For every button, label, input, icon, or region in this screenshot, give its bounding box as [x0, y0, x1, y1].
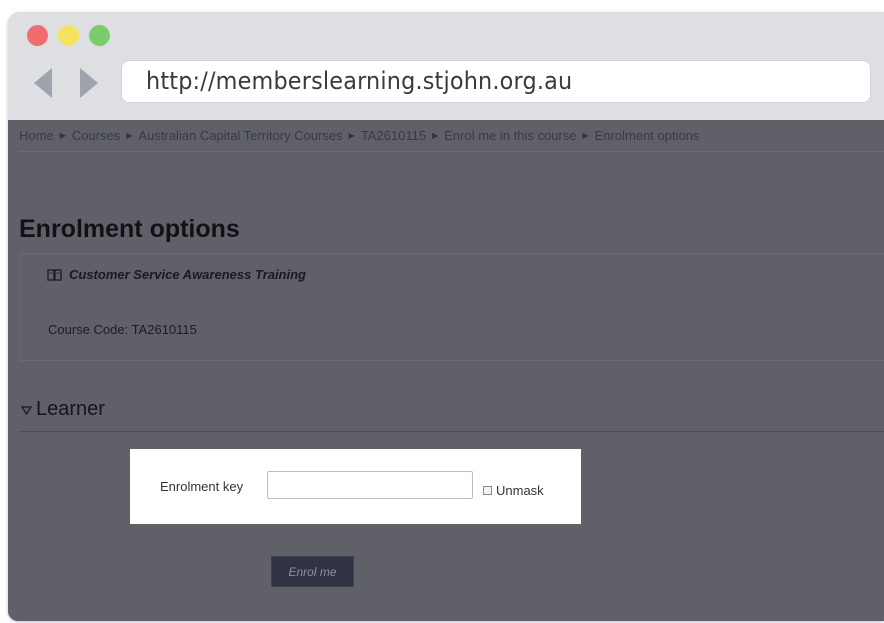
course-name-link[interactable]: Customer Service Awareness Training — [47, 267, 306, 282]
address-bar[interactable]: http://memberslearning.stjohn.org.au — [122, 61, 870, 102]
breadcrumb-separator-icon: ▶ — [59, 131, 66, 140]
book-icon — [47, 268, 62, 281]
collapse-triangle-icon — [21, 406, 32, 415]
page-content: Home ▶ Courses ▶ Australian Capital Territor… — [8, 120, 884, 621]
minimize-window-button[interactable] — [58, 25, 79, 46]
breadcrumb-item[interactable]: Australian Capital Territory Courses — [138, 128, 342, 143]
browser-window: http://memberslearning.stjohn.org.au Hom… — [8, 12, 884, 621]
unmask-control[interactable]: Unmask — [483, 483, 544, 498]
breadcrumb-item[interactable]: Courses — [72, 128, 120, 143]
enrol-me-button[interactable]: Enrol me — [271, 556, 354, 587]
breadcrumb-separator-icon: ▶ — [582, 131, 589, 140]
breadcrumb-item[interactable]: Home — [19, 128, 54, 143]
breadcrumb-item[interactable]: TA2610115 — [361, 128, 426, 143]
section-divider — [19, 431, 884, 432]
breadcrumb-item[interactable]: Enrol me in this course — [444, 128, 576, 143]
url-text: http://memberslearning.stjohn.org.au — [146, 67, 573, 95]
arrow-right-icon — [80, 68, 98, 98]
course-info-box: Customer Service Awareness Training Cour… — [20, 253, 884, 361]
forward-button[interactable] — [76, 66, 104, 100]
course-name: Customer Service Awareness Training — [69, 267, 306, 282]
enrolment-key-label: Enrolment key — [160, 479, 244, 494]
section-title: Learner — [36, 398, 105, 420]
close-window-button[interactable] — [27, 25, 48, 46]
breadcrumb-divider — [19, 151, 884, 152]
learner-section-toggle[interactable]: Learner — [21, 398, 105, 421]
page-title: Enrolment options — [19, 215, 240, 243]
arrow-left-icon — [34, 68, 52, 98]
enrolment-key-input[interactable] — [267, 471, 473, 499]
maximize-window-button[interactable] — [89, 25, 110, 46]
back-button[interactable] — [30, 66, 58, 100]
breadcrumb-separator-icon: ▶ — [126, 131, 133, 140]
browser-chrome: http://memberslearning.stjohn.org.au — [8, 12, 884, 120]
enrolment-key-panel: Enrolment key Unmask — [130, 449, 581, 524]
course-code: Course Code: TA2610115 — [48, 322, 197, 337]
breadcrumb-separator-icon: ▶ — [348, 131, 355, 140]
unmask-label: Unmask — [496, 483, 544, 498]
breadcrumb: Home ▶ Courses ▶ Australian Capital Territor… — [19, 128, 699, 143]
unmask-checkbox[interactable] — [483, 486, 492, 495]
breadcrumb-item: Enrolment options — [594, 128, 700, 143]
breadcrumb-separator-icon: ▶ — [432, 131, 439, 140]
